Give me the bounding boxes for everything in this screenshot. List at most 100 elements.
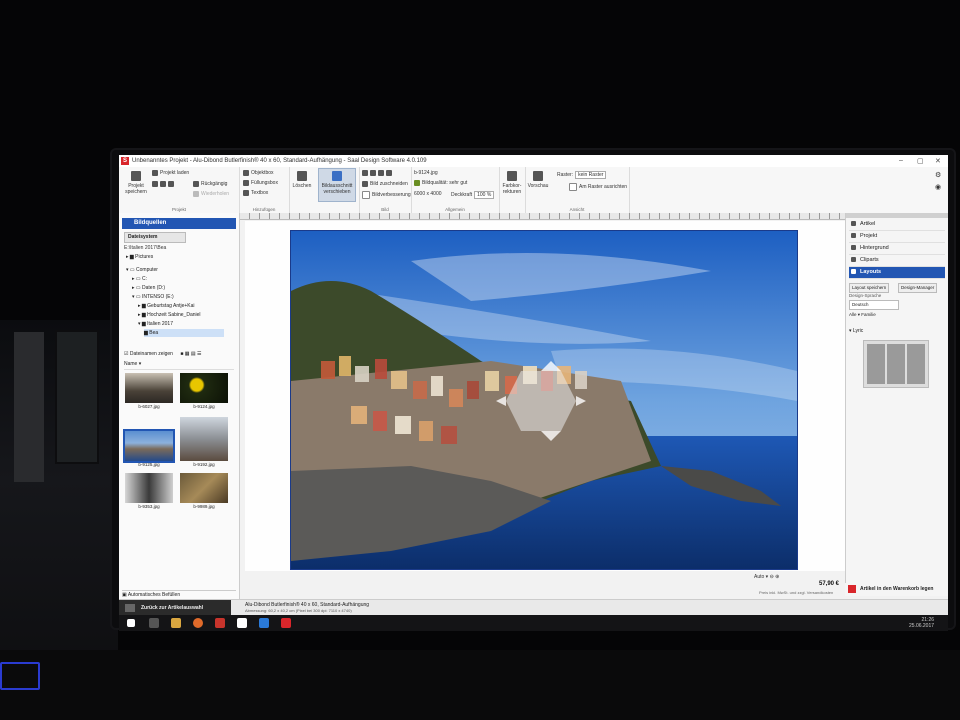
- back-button[interactable]: Zurück zur Artikelauswahl: [119, 600, 231, 615]
- flip-icon[interactable]: [378, 170, 384, 176]
- projekt-laden-button[interactable]: Projekt laden: [152, 170, 189, 176]
- thumbnail[interactable]: b-9192.jpg: [180, 417, 228, 467]
- layout-icon: [851, 269, 856, 275]
- thumbnail[interactable]: b-9124.jpg: [180, 373, 228, 409]
- layout-preview[interactable]: [863, 340, 929, 388]
- right-item-cliparts[interactable]: Cliparts: [849, 255, 945, 267]
- ribbon-group-label: Projekt: [171, 207, 186, 212]
- right-item-projekt[interactable]: Projekt: [849, 231, 945, 243]
- filter-icon: [507, 171, 517, 181]
- layout-name: ▾ Lyric: [849, 328, 864, 334]
- firefox-icon[interactable]: [193, 618, 203, 628]
- tree-item[interactable]: ▸ ▆ Pictures: [126, 253, 153, 261]
- project-icon: [851, 233, 856, 239]
- thumbnail-image: [125, 373, 173, 403]
- app-icon[interactable]: [237, 618, 247, 628]
- show-names-checkbox[interactable]: ☑ Dateinamen zeigen ■ ▦ ▤ ☰: [124, 350, 234, 359]
- am-raster-checkbox[interactable]: Am Raster ausrichten: [569, 183, 627, 191]
- raster-select[interactable]: Raster: kein Raster: [557, 171, 607, 179]
- deckkraft-field[interactable]: Deckkraft 100 %: [451, 191, 495, 199]
- minimize-icon[interactable]: –: [899, 157, 903, 164]
- rueckgaengig-button[interactable]: Rückgängig: [193, 181, 227, 187]
- ribbon-group-ansicht: Vorschau Raster: kein Raster Am Raster a…: [525, 167, 630, 213]
- right-item-artikel[interactable]: Artikel: [849, 219, 945, 231]
- design-sprache-label: Design-Sprache: [849, 293, 882, 298]
- tab-dateisystem[interactable]: Dateisystem: [124, 232, 186, 243]
- layout-lyric[interactable]: ▾ Lyric: [849, 328, 945, 388]
- cart-icon: [848, 584, 856, 593]
- design-sprache-select[interactable]: Deutsch: [849, 300, 899, 310]
- close-icon[interactable]: ✕: [935, 157, 941, 165]
- settings-icon[interactable]: ⚙: [935, 171, 941, 179]
- objektbox-icon: [243, 170, 249, 176]
- left-panel-bildquellen: Bildquellen Dateisystem E:\Italien 2017\…: [119, 213, 240, 615]
- tree-item[interactable]: ▾ ▭ Computer: [126, 266, 158, 274]
- file-explorer-icon[interactable]: [171, 618, 181, 628]
- start-icon[interactable]: [127, 619, 135, 627]
- fuellungsbox-icon: [243, 180, 249, 186]
- projekt-speichern-button[interactable]: Projekt speichern: [123, 169, 149, 195]
- saal-design-icon[interactable]: [281, 618, 291, 628]
- app-icon[interactable]: [215, 618, 225, 628]
- loeschen-button[interactable]: Löschen: [291, 169, 313, 189]
- eye-icon: [533, 171, 543, 181]
- rotate-left-icon[interactable]: [362, 170, 368, 176]
- design-manager-button[interactable]: Design-Manager: [898, 283, 938, 293]
- move-arrows-icon: [332, 171, 342, 181]
- redo-icon: [193, 191, 199, 197]
- copy-icon[interactable]: [160, 181, 166, 187]
- zoom-select[interactable]: Auto ▾ ⊖ ⊕: [754, 574, 779, 580]
- tree-item[interactable]: ▸ ▭ C:: [132, 275, 147, 283]
- bild-zuschneiden-button[interactable]: Bild zuschneiden: [362, 181, 408, 187]
- tree-item[interactable]: ▸ ▆ Geburtstag Antje+Kai: [138, 302, 195, 310]
- status-bar: Zurück zur Artikelauswahl Alu-Dibond But…: [119, 599, 948, 615]
- system-clock[interactable]: 21:26 25.06.2017: [909, 617, 934, 629]
- photo-manarola: [291, 231, 797, 569]
- new-icon[interactable]: [152, 181, 158, 187]
- ribbon-group-label: Hinzufügen: [252, 207, 276, 212]
- fuellungsbox-button[interactable]: Füllungsbox: [243, 180, 278, 186]
- bildverbesserung-checkbox[interactable]: Bildverbesserung: [362, 191, 411, 199]
- sort-select[interactable]: Name ▾: [124, 360, 234, 370]
- thumbnail[interactable]: b-9353.jpg: [125, 473, 173, 509]
- canvas-photo[interactable]: [290, 230, 798, 570]
- quick-icons: [152, 181, 174, 187]
- objektbox-button[interactable]: Objektbox: [243, 170, 274, 176]
- tree-item-selected[interactable]: ▆ Bea: [144, 329, 224, 337]
- thumbnail[interactable]: b-6027.jpg: [125, 373, 173, 409]
- view-grid-icon[interactable]: ■ ▦ ▤ ☰: [180, 351, 201, 357]
- thumbnail-selected[interactable]: b-9125.jpg: [123, 429, 175, 467]
- tree-item[interactable]: ▾ ▆ Italien 2017: [138, 320, 173, 328]
- task-view-icon[interactable]: [149, 618, 159, 628]
- right-item-hintergrund[interactable]: Hintergrund: [849, 243, 945, 255]
- filter-select[interactable]: Alle ▾ Familie: [849, 312, 876, 318]
- layout-speichern-button[interactable]: Layout speichern: [849, 283, 890, 293]
- mirror-icon[interactable]: [386, 170, 392, 176]
- vorschau-button[interactable]: Vorschau: [527, 169, 549, 189]
- bildausschnitt-button[interactable]: Bildausschnitt verschieben: [318, 168, 356, 202]
- textbox-button[interactable]: Textbox: [243, 190, 268, 196]
- quality-icon: [414, 180, 420, 186]
- tree-item[interactable]: ▸ ▭ Daten (D:): [132, 284, 165, 292]
- panel-title: Bildquellen: [122, 218, 236, 229]
- price-note: Preis inkl. MwSt. und zzgl. Versandkoste…: [759, 590, 834, 595]
- crop-icon: [362, 181, 368, 187]
- farbkorrekturen-button[interactable]: Farbkor- rekturen: [500, 169, 524, 195]
- ribbon-group-label: Bild: [381, 207, 389, 212]
- rotate-right-icon[interactable]: [370, 170, 376, 176]
- tree-item[interactable]: ▾ ▭ INTENSO (E:): [132, 293, 174, 301]
- tree-item[interactable]: ▸ ▆ Hochzeit Sabine_Daniel: [138, 311, 201, 319]
- app-icon[interactable]: [259, 618, 269, 628]
- right-item-layouts[interactable]: Layouts: [849, 267, 945, 279]
- windows-taskbar: 21:26 25.06.2017: [119, 615, 948, 631]
- ribbon-group-label: Allgemein: [445, 207, 465, 212]
- wiederholen-button[interactable]: Wiederholen: [193, 191, 229, 197]
- globe-icon[interactable]: ◉: [935, 183, 941, 191]
- ribbon-group-bild: Bild zuschneiden Bildverbesserung Bild: [359, 167, 412, 213]
- ribbon-group-allgemein: b-9124.jpg Bildqualität: sehr gut 6000 x…: [411, 167, 500, 213]
- maximize-icon[interactable]: ▢: [917, 157, 924, 165]
- print-icon[interactable]: [168, 181, 174, 187]
- thumbnail[interactable]: b-9989.jpg: [180, 473, 228, 509]
- warenkorb-button[interactable]: Artikel in den Warenkorb legen: [845, 583, 948, 596]
- layout-frame: [867, 344, 885, 384]
